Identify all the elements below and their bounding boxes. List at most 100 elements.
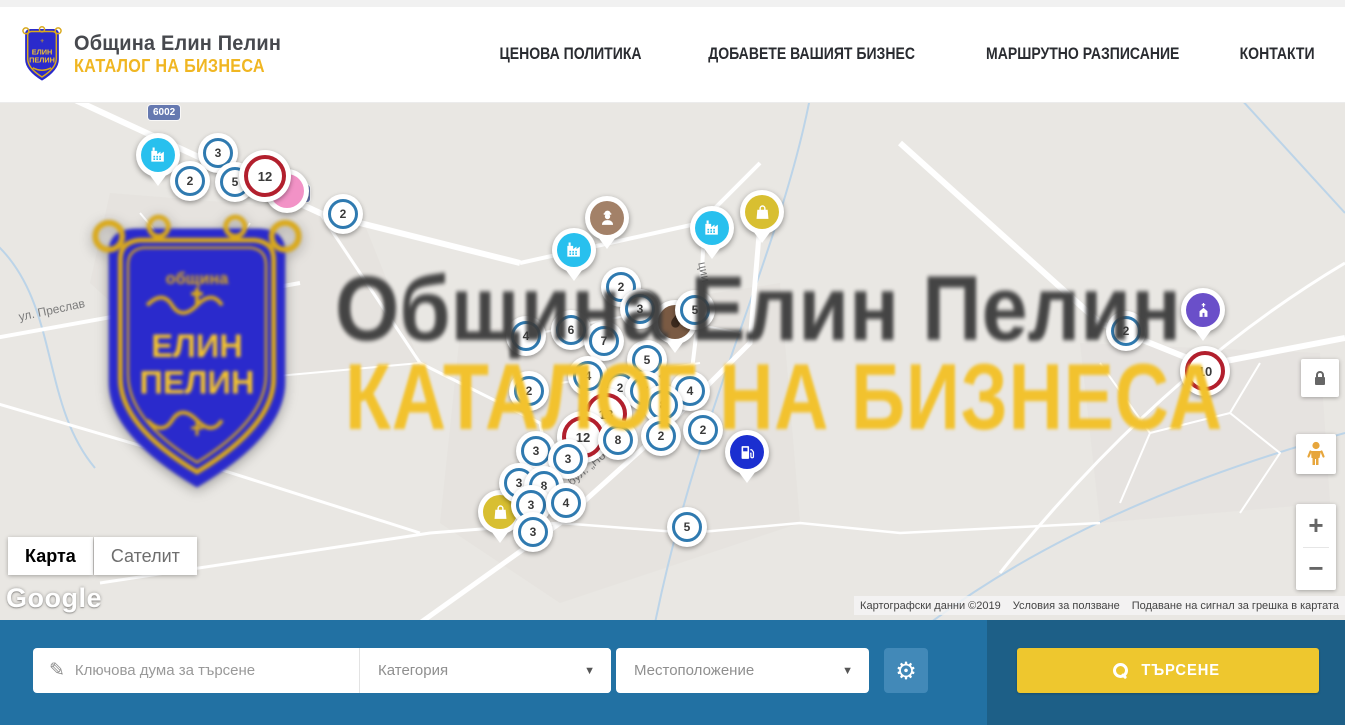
- pin-tail: [491, 531, 509, 543]
- brand-logo[interactable]: ⚜ ЕЛИН ПЕЛИН Община Елин Пелин КАТАЛОГ Н…: [20, 25, 292, 85]
- cluster-count: 4: [523, 329, 530, 343]
- svg-text:ЕЛИН: ЕЛИН: [32, 47, 53, 56]
- cluster-count: 4: [585, 369, 592, 383]
- category-pin[interactable]: [585, 196, 629, 240]
- fuel-icon: [730, 435, 764, 469]
- gear-icon: ⚙: [895, 659, 917, 683]
- map-type-map-button[interactable]: Карта: [8, 537, 93, 575]
- cluster-count: 4: [687, 384, 694, 398]
- cluster-marker[interactable]: 2: [323, 194, 363, 234]
- markers-layer: 3251222356475422748131282233383435102: [0, 103, 1345, 620]
- category-pin[interactable]: [725, 430, 769, 474]
- cluster-count: 2: [700, 423, 707, 437]
- zoom-control: + −: [1296, 504, 1336, 590]
- search-button[interactable]: ТЪРСЕНЕ: [1017, 648, 1319, 693]
- cluster-count: 2: [187, 174, 194, 188]
- cluster-count: 5: [692, 303, 699, 317]
- cluster-count: 2: [340, 207, 347, 221]
- pin-tail: [753, 231, 771, 243]
- page: ⚜ ЕЛИН ПЕЛИН Община Елин Пелин КАТАЛОГ Н…: [0, 0, 1345, 725]
- nav-route-schedule[interactable]: МАРШРУТНО РАЗПИСАНИЕ: [986, 45, 1179, 64]
- pin-tail: [738, 471, 756, 483]
- map-canvas[interactable]: 6002 ул. Преслав бул. „Новосел ции 32512…: [0, 103, 1345, 620]
- svg-text:ПЕЛИН: ПЕЛИН: [29, 55, 55, 64]
- pin-tail: [703, 247, 721, 259]
- category-pin[interactable]: [1181, 288, 1225, 332]
- category-select-label: Категория: [378, 662, 448, 679]
- brand-subtitle: КАТАЛОГ НА БИЗНЕСА: [74, 56, 270, 77]
- lock-icon: [1313, 370, 1327, 386]
- street-view-pegman-button[interactable]: [1296, 434, 1336, 474]
- nav-contacts[interactable]: КОНТАКТИ: [1239, 45, 1314, 64]
- cluster-count: 3: [530, 525, 537, 539]
- bag-icon: [745, 195, 779, 229]
- keyword-search-input[interactable]: [75, 648, 359, 693]
- zoom-out-button[interactable]: −: [1296, 547, 1336, 590]
- google-logo[interactable]: Google: [6, 583, 102, 614]
- pin-tail: [666, 341, 684, 353]
- cluster-count: 5: [232, 175, 239, 189]
- map-type-control: Карта Сателит: [8, 537, 197, 575]
- cluster-count: 10: [1198, 364, 1212, 379]
- category-pin[interactable]: [690, 206, 734, 250]
- chevron-down-icon: ▼: [842, 665, 853, 677]
- attribution-terms-link[interactable]: Условия за ползване: [1007, 600, 1126, 612]
- cluster-marker[interactable]: 2: [641, 416, 681, 456]
- cluster-count: 3: [637, 302, 644, 316]
- search-field-group: ✎ Категория ▼: [33, 648, 611, 693]
- cluster-count: 5: [644, 353, 651, 367]
- pencil-icon: ✎: [33, 659, 75, 682]
- cluster-marker[interactable]: 3: [513, 512, 553, 552]
- cluster-marker[interactable]: 2: [509, 371, 549, 411]
- map-type-satellite-button[interactable]: Сателит: [94, 537, 197, 575]
- cluster-marker[interactable]: 8: [598, 420, 638, 460]
- church-icon: [1186, 293, 1220, 327]
- cluster-count: 3: [533, 444, 540, 458]
- cluster-marker[interactable]: 2: [1106, 311, 1146, 351]
- cluster-marker[interactable]: 4: [546, 483, 586, 523]
- cluster-marker[interactable]: 7: [584, 321, 624, 361]
- factory-icon: [557, 233, 591, 267]
- search-bar: ✎ Категория ▼ Местоположение ▼ ⚙ ТЪРСЕНЕ: [0, 620, 1345, 725]
- header: ⚜ ЕЛИН ПЕЛИН Община Елин Пелин КАТАЛОГ Н…: [0, 7, 1345, 103]
- category-pin[interactable]: [552, 228, 596, 272]
- factory-icon: [141, 138, 175, 172]
- pin-tail: [149, 174, 167, 186]
- cluster-count: 12: [258, 169, 272, 184]
- search-icon: [1113, 663, 1128, 678]
- coat-of-arms-icon: ⚜ ЕЛИН ПЕЛИН: [20, 25, 64, 85]
- zoom-in-button[interactable]: +: [1296, 504, 1336, 547]
- cluster-count: 2: [618, 280, 625, 294]
- cluster-count: 3: [565, 452, 572, 466]
- cluster-marker[interactable]: 5: [667, 507, 707, 547]
- cluster-marker[interactable]: 3: [620, 289, 660, 329]
- cluster-count: 3: [528, 498, 535, 512]
- cluster-marker[interactable]: 10: [1180, 346, 1230, 396]
- location-select[interactable]: Местоположение ▼: [616, 648, 869, 693]
- cluster-count: 5: [684, 520, 691, 534]
- cluster-count: 2: [658, 429, 665, 443]
- cluster-marker[interactable]: 5: [675, 290, 715, 330]
- pin-tail: [1194, 329, 1212, 341]
- pin-tail: [598, 237, 616, 249]
- cluster-count: 3: [215, 146, 222, 160]
- cluster-marker[interactable]: 4: [506, 316, 546, 356]
- top-strip: [0, 0, 1345, 7]
- cluster-count: 2: [1123, 324, 1130, 338]
- pegman-icon: [1307, 441, 1325, 467]
- cluster-marker[interactable]: 12: [239, 150, 291, 202]
- cluster-marker[interactable]: 2: [683, 410, 723, 450]
- brand-title: Община Елин Пелин: [74, 32, 281, 56]
- advanced-settings-button[interactable]: ⚙: [884, 648, 928, 693]
- pin-tail: [565, 269, 583, 281]
- lock-button[interactable]: [1301, 359, 1339, 397]
- nav-pricing-policy[interactable]: ЦЕНОВА ПОЛИТИКА: [500, 45, 642, 64]
- location-select-label: Местоположение: [634, 662, 754, 679]
- category-select[interactable]: Категория ▼: [360, 648, 611, 693]
- attribution-report-link[interactable]: Подаване на сигнал за грешка в картата: [1126, 600, 1345, 612]
- cluster-marker[interactable]: 2: [170, 161, 210, 201]
- cluster-count: 2: [526, 384, 533, 398]
- nav-add-your-business[interactable]: ДОБАВЕТЕ ВАШИЯТ БИЗНЕС: [708, 45, 915, 64]
- category-pin[interactable]: [740, 190, 784, 234]
- cluster-count: 6: [568, 323, 575, 337]
